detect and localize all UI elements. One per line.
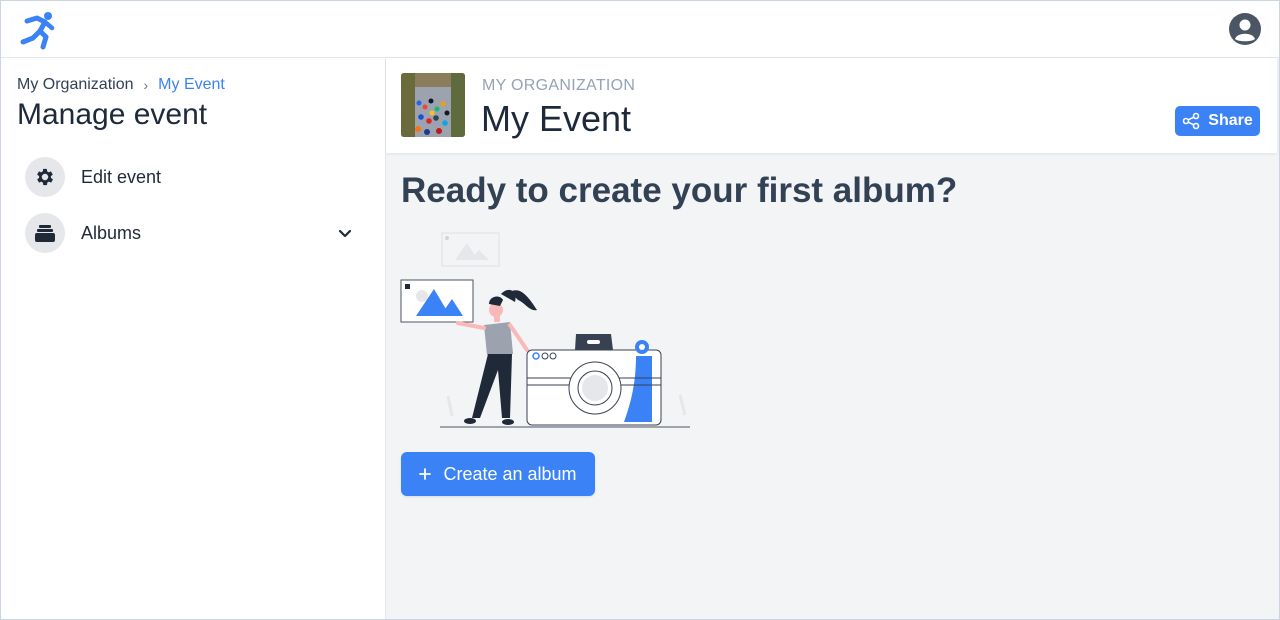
- top-bar: [1, 1, 1279, 58]
- breadcrumb-event[interactable]: My Event: [158, 76, 225, 94]
- share-button[interactable]: Share: [1175, 106, 1260, 136]
- user-circle-icon[interactable]: [1229, 13, 1261, 45]
- share-icon: [1182, 112, 1200, 130]
- main-content: MY ORGANIZATION My Event Share Ready to …: [386, 58, 1279, 619]
- sidebar-item-label: Edit event: [81, 166, 162, 187]
- camera-illustration: [400, 232, 690, 428]
- app-window: My Organization › My Event Manage event …: [0, 0, 1280, 620]
- breadcrumb-separator: ›: [143, 77, 149, 93]
- sidebar: My Organization › My Event Manage event …: [1, 58, 386, 619]
- gear-icon-wrapper: [25, 157, 65, 197]
- running-person-icon[interactable]: [15, 8, 57, 50]
- breadcrumb: My Organization › My Event: [17, 76, 225, 94]
- albums-icon: [35, 225, 55, 242]
- breadcrumb-organization[interactable]: My Organization: [17, 76, 134, 94]
- event-cover-image: [401, 73, 465, 137]
- event-organization: MY ORGANIZATION: [482, 77, 636, 94]
- create-album-button[interactable]: Create an album: [401, 452, 595, 496]
- event-header: MY ORGANIZATION My Event Share: [386, 58, 1277, 153]
- sidebar-item-edit-event[interactable]: Edit event: [25, 157, 361, 197]
- albums-icon-wrapper: [25, 213, 65, 253]
- share-label: Share: [1208, 112, 1253, 129]
- sidebar-title: Manage event: [17, 98, 208, 131]
- empty-state-heading: Ready to create your first album?: [401, 171, 958, 210]
- gear-icon: [37, 168, 53, 186]
- sidebar-item-albums[interactable]: Albums: [25, 213, 361, 253]
- sidebar-item-label: Albums: [81, 222, 142, 243]
- event-title: My Event: [481, 98, 632, 139]
- plus-icon: [419, 468, 432, 480]
- chevron-down-icon[interactable]: [337, 225, 353, 241]
- create-album-label: Create an album: [443, 463, 577, 484]
